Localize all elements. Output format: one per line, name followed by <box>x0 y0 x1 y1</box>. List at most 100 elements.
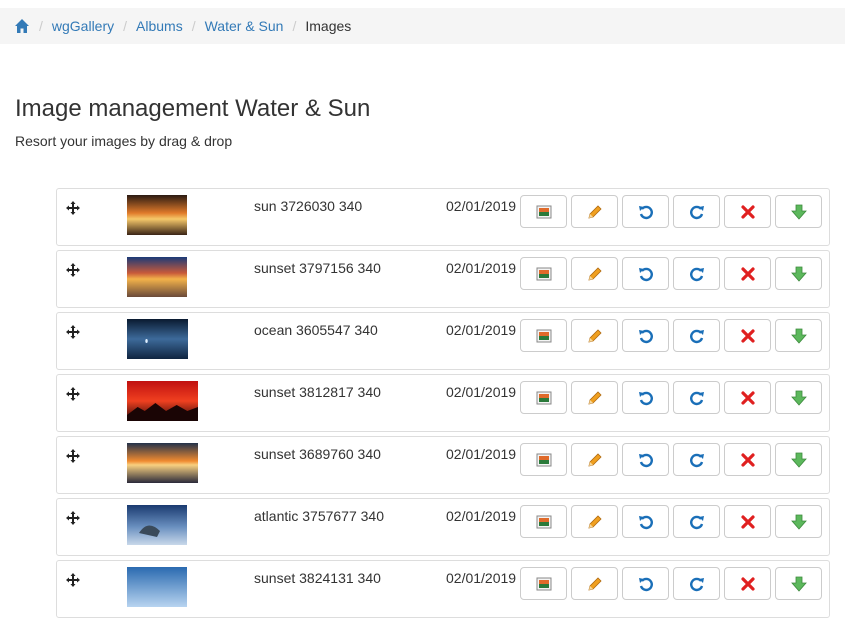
breadcrumb-wggallery[interactable]: wgGallery <box>52 18 114 34</box>
row-actions <box>520 567 826 600</box>
image-list: sun 3726030 340 02/01/2019 sunset 3797156 … <box>56 188 830 622</box>
image-row[interactable]: ocean 3605547 340 02/01/2019 <box>56 312 830 370</box>
preview-button[interactable] <box>520 381 567 414</box>
row-actions <box>520 381 826 414</box>
image-thumbnail <box>127 567 187 607</box>
edit-button[interactable] <box>571 195 618 228</box>
download-button[interactable] <box>775 195 822 228</box>
breadcrumb-albums[interactable]: Albums <box>136 18 183 34</box>
image-preview-icon <box>536 452 552 468</box>
download-icon <box>790 327 808 345</box>
move-icon[interactable] <box>65 386 81 402</box>
rotate-left-button[interactable] <box>622 567 669 600</box>
rotate-left-icon <box>637 265 655 283</box>
rotate-right-button[interactable] <box>673 443 720 476</box>
edit-button[interactable] <box>571 505 618 538</box>
breadcrumb-water-sun[interactable]: Water & Sun <box>205 18 284 34</box>
image-date: 02/01/2019 <box>446 446 517 462</box>
rotate-left-icon <box>637 389 655 407</box>
preview-button[interactable] <box>520 257 567 290</box>
download-button[interactable] <box>775 443 822 476</box>
rotate-left-button[interactable] <box>622 319 669 352</box>
delete-button[interactable] <box>724 443 771 476</box>
rotate-right-button[interactable] <box>673 505 720 538</box>
row-actions <box>520 195 826 228</box>
edit-button[interactable] <box>571 381 618 414</box>
rotate-left-button[interactable] <box>622 195 669 228</box>
breadcrumb: / wgGallery / Albums / Water & Sun / Ima… <box>0 8 845 44</box>
rotate-left-button[interactable] <box>622 443 669 476</box>
delete-button[interactable] <box>724 505 771 538</box>
edit-button[interactable] <box>571 319 618 352</box>
row-actions <box>520 443 826 476</box>
breadcrumb-images: Images <box>305 18 352 34</box>
delete-button[interactable] <box>724 381 771 414</box>
row-actions <box>520 257 826 290</box>
delete-icon <box>740 514 756 530</box>
image-row[interactable]: sunset 3812817 340 02/01/2019 <box>56 374 830 432</box>
delete-button[interactable] <box>724 319 771 352</box>
rotate-right-button[interactable] <box>673 257 720 290</box>
download-button[interactable] <box>775 505 822 538</box>
image-row[interactable]: atlantic 3757677 340 02/01/2019 <box>56 498 830 556</box>
rotate-left-icon <box>637 451 655 469</box>
download-button[interactable] <box>775 567 822 600</box>
pencil-icon <box>586 203 604 221</box>
move-icon[interactable] <box>65 510 81 526</box>
rotate-right-button[interactable] <box>673 567 720 600</box>
download-button[interactable] <box>775 381 822 414</box>
pencil-icon <box>586 327 604 345</box>
preview-button[interactable] <box>520 195 567 228</box>
edit-button[interactable] <box>571 443 618 476</box>
image-preview-icon <box>536 390 552 406</box>
pencil-icon <box>586 575 604 593</box>
download-button[interactable] <box>775 319 822 352</box>
rotate-right-button[interactable] <box>673 319 720 352</box>
rotate-left-button[interactable] <box>622 257 669 290</box>
delete-button[interactable] <box>724 567 771 600</box>
image-row[interactable]: sunset 3689760 340 02/01/2019 <box>56 436 830 494</box>
image-date: 02/01/2019 <box>446 322 517 338</box>
image-thumbnail <box>127 319 188 359</box>
rotate-right-button[interactable] <box>673 381 720 414</box>
rotate-right-icon <box>688 575 706 593</box>
download-icon <box>790 265 808 283</box>
image-name: sun 3726030 340 <box>254 198 363 214</box>
download-button[interactable] <box>775 257 822 290</box>
image-name: sunset 3689760 340 <box>254 446 381 462</box>
delete-icon <box>740 328 756 344</box>
rotate-right-button[interactable] <box>673 195 720 228</box>
image-name: sunset 3812817 340 <box>254 384 381 400</box>
image-date: 02/01/2019 <box>446 384 517 400</box>
preview-button[interactable] <box>520 505 567 538</box>
move-icon[interactable] <box>65 262 81 278</box>
move-icon[interactable] <box>65 324 81 340</box>
home-icon[interactable] <box>14 18 30 34</box>
breadcrumb-separator: / <box>191 18 196 34</box>
image-thumbnail <box>127 443 198 483</box>
rotate-left-button[interactable] <box>622 505 669 538</box>
image-preview-icon <box>536 514 552 530</box>
edit-button[interactable] <box>571 257 618 290</box>
rotate-right-icon <box>688 451 706 469</box>
move-icon[interactable] <box>65 448 81 464</box>
move-icon[interactable] <box>65 200 81 216</box>
image-row[interactable]: sunset 3797156 340 02/01/2019 <box>56 250 830 308</box>
image-row[interactable]: sun 3726030 340 02/01/2019 <box>56 188 830 246</box>
rotate-left-button[interactable] <box>622 381 669 414</box>
move-icon[interactable] <box>65 572 81 588</box>
preview-button[interactable] <box>520 319 567 352</box>
download-icon <box>790 451 808 469</box>
image-name: sunset 3824131 340 <box>254 570 381 586</box>
image-date: 02/01/2019 <box>446 198 517 214</box>
edit-button[interactable] <box>571 567 618 600</box>
delete-button[interactable] <box>724 195 771 228</box>
image-name: atlantic 3757677 340 <box>254 508 384 524</box>
breadcrumb-separator: / <box>123 18 128 34</box>
preview-button[interactable] <box>520 443 567 476</box>
preview-button[interactable] <box>520 567 567 600</box>
pencil-icon <box>586 451 604 469</box>
delete-button[interactable] <box>724 257 771 290</box>
image-row[interactable]: sunset 3824131 340 02/01/2019 <box>56 560 830 618</box>
image-date: 02/01/2019 <box>446 260 517 276</box>
